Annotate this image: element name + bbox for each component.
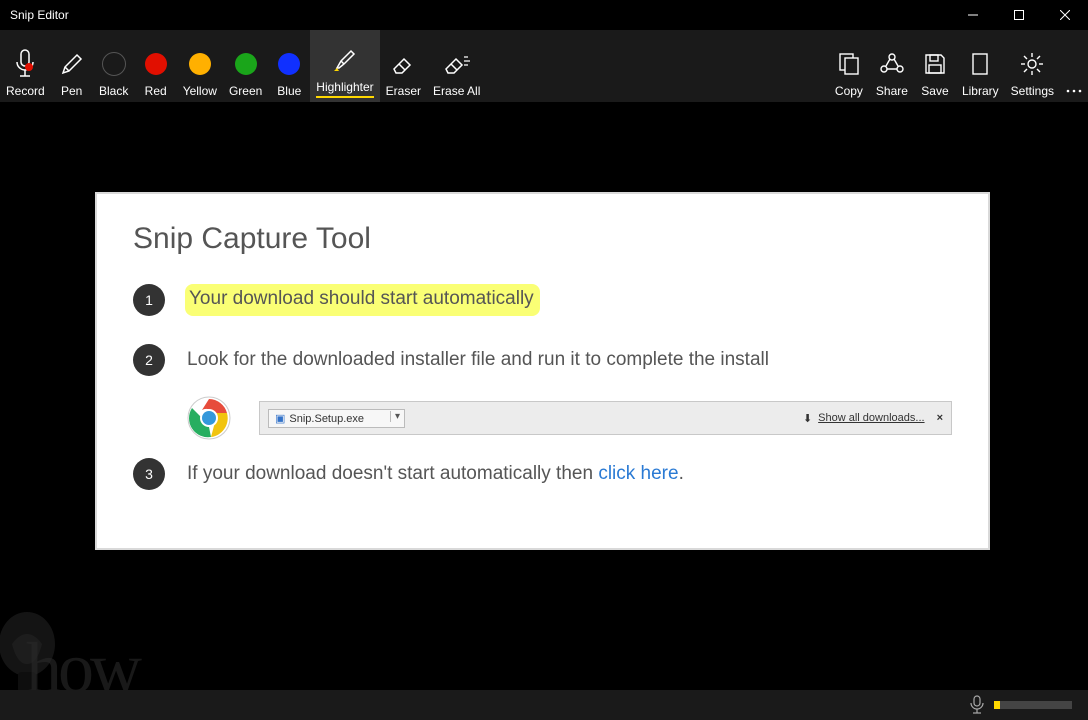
yellow-swatch-icon bbox=[189, 53, 211, 75]
highlighter-icon bbox=[332, 40, 358, 80]
step-3-text: If your download doesn't start automatic… bbox=[187, 463, 684, 485]
share-button[interactable]: Share bbox=[870, 30, 914, 102]
color-yellow-button[interactable]: Yellow bbox=[177, 30, 223, 102]
black-swatch-icon bbox=[102, 52, 126, 76]
download-arrow-icon: ⬇ bbox=[803, 412, 812, 425]
microphone-icon bbox=[14, 44, 36, 84]
more-button[interactable] bbox=[1060, 30, 1088, 102]
step-3-number: 3 bbox=[133, 458, 165, 490]
share-label: Share bbox=[876, 84, 908, 98]
erase-all-button[interactable]: Erase All bbox=[427, 30, 486, 102]
record-button[interactable]: Record bbox=[0, 30, 51, 102]
installer-icon: ▣ bbox=[275, 413, 285, 425]
step-1-number: 1 bbox=[133, 284, 165, 316]
canvas-area[interactable]: Snip Capture Tool 1 Your download should… bbox=[0, 102, 1088, 690]
chrome-icon bbox=[187, 396, 231, 440]
download-file-name: Snip.Setup.exe bbox=[289, 413, 364, 425]
color-black-button[interactable]: Black bbox=[93, 30, 135, 102]
window-title: Snip Editor bbox=[10, 8, 69, 22]
close-downloads-button[interactable]: × bbox=[937, 412, 943, 424]
title-bar: Snip Editor bbox=[0, 0, 1088, 30]
download-file[interactable]: ▣ Snip.Setup.exe bbox=[268, 409, 405, 428]
step-2: 2 Look for the downloaded installer file… bbox=[133, 344, 952, 376]
step-3: 3 If your download doesn't start automat… bbox=[133, 458, 952, 490]
green-label: Green bbox=[229, 84, 262, 98]
red-label: Red bbox=[145, 84, 167, 98]
save-button[interactable]: Save bbox=[914, 30, 956, 102]
share-icon bbox=[879, 44, 905, 84]
minimize-button[interactable] bbox=[950, 0, 996, 30]
show-all-downloads-link[interactable]: Show all downloads... bbox=[818, 412, 924, 424]
save-label: Save bbox=[921, 84, 948, 98]
highlighter-label: Highlighter bbox=[316, 80, 373, 98]
record-label: Record bbox=[6, 84, 45, 98]
audio-level-meter bbox=[994, 701, 1072, 709]
yellow-label: Yellow bbox=[183, 84, 217, 98]
step-3-prefix: If your download doesn't start automatic… bbox=[187, 463, 598, 484]
green-swatch-icon bbox=[235, 53, 257, 75]
copy-button[interactable]: Copy bbox=[828, 30, 870, 102]
library-button[interactable]: Library bbox=[956, 30, 1005, 102]
step-1-text: Your download should start automatically bbox=[187, 286, 538, 314]
eraser-icon bbox=[390, 44, 416, 84]
settings-button[interactable]: Settings bbox=[1005, 30, 1060, 102]
erase-all-label: Erase All bbox=[433, 84, 480, 98]
toolbar: Record Pen Black Red Yellow Green Blue H… bbox=[0, 30, 1088, 102]
pen-icon bbox=[59, 44, 85, 84]
eraser-label: Eraser bbox=[386, 84, 421, 98]
step-2-number: 2 bbox=[133, 344, 165, 376]
step-3-suffix: . bbox=[679, 463, 684, 484]
gear-icon bbox=[1019, 44, 1045, 84]
blue-label: Blue bbox=[277, 84, 301, 98]
black-label: Black bbox=[99, 84, 128, 98]
erase-all-icon bbox=[442, 44, 472, 84]
color-red-button[interactable]: Red bbox=[135, 30, 177, 102]
pen-label: Pen bbox=[61, 84, 82, 98]
maximize-button[interactable] bbox=[996, 0, 1042, 30]
microphone-status-icon bbox=[970, 695, 984, 715]
more-icon bbox=[1066, 54, 1082, 98]
color-green-button[interactable]: Green bbox=[223, 30, 268, 102]
color-blue-button[interactable]: Blue bbox=[268, 30, 310, 102]
download-bar: ▣Snip.Setup.exe ⬇ Show all downloads... … bbox=[259, 401, 952, 435]
copy-label: Copy bbox=[835, 84, 863, 98]
save-icon bbox=[923, 44, 947, 84]
step-1: 1 Your download should start automatical… bbox=[133, 284, 952, 316]
blue-swatch-icon bbox=[278, 53, 300, 75]
copy-icon bbox=[837, 44, 861, 84]
pen-button[interactable]: Pen bbox=[51, 30, 93, 102]
status-bar bbox=[0, 690, 1088, 720]
close-button[interactable] bbox=[1042, 0, 1088, 30]
red-swatch-icon bbox=[145, 53, 167, 75]
click-here-link[interactable]: click here bbox=[598, 463, 678, 484]
library-icon bbox=[970, 44, 990, 84]
settings-label: Settings bbox=[1011, 84, 1054, 98]
library-label: Library bbox=[962, 84, 999, 98]
eraser-button[interactable]: Eraser bbox=[380, 30, 427, 102]
step-2-text: Look for the downloaded installer file a… bbox=[187, 349, 769, 371]
page-title: Snip Capture Tool bbox=[133, 222, 952, 256]
download-example: ▣Snip.Setup.exe ⬇ Show all downloads... … bbox=[187, 396, 952, 440]
captured-page: Snip Capture Tool 1 Your download should… bbox=[95, 192, 990, 550]
highlighter-button[interactable]: Highlighter bbox=[310, 30, 379, 102]
